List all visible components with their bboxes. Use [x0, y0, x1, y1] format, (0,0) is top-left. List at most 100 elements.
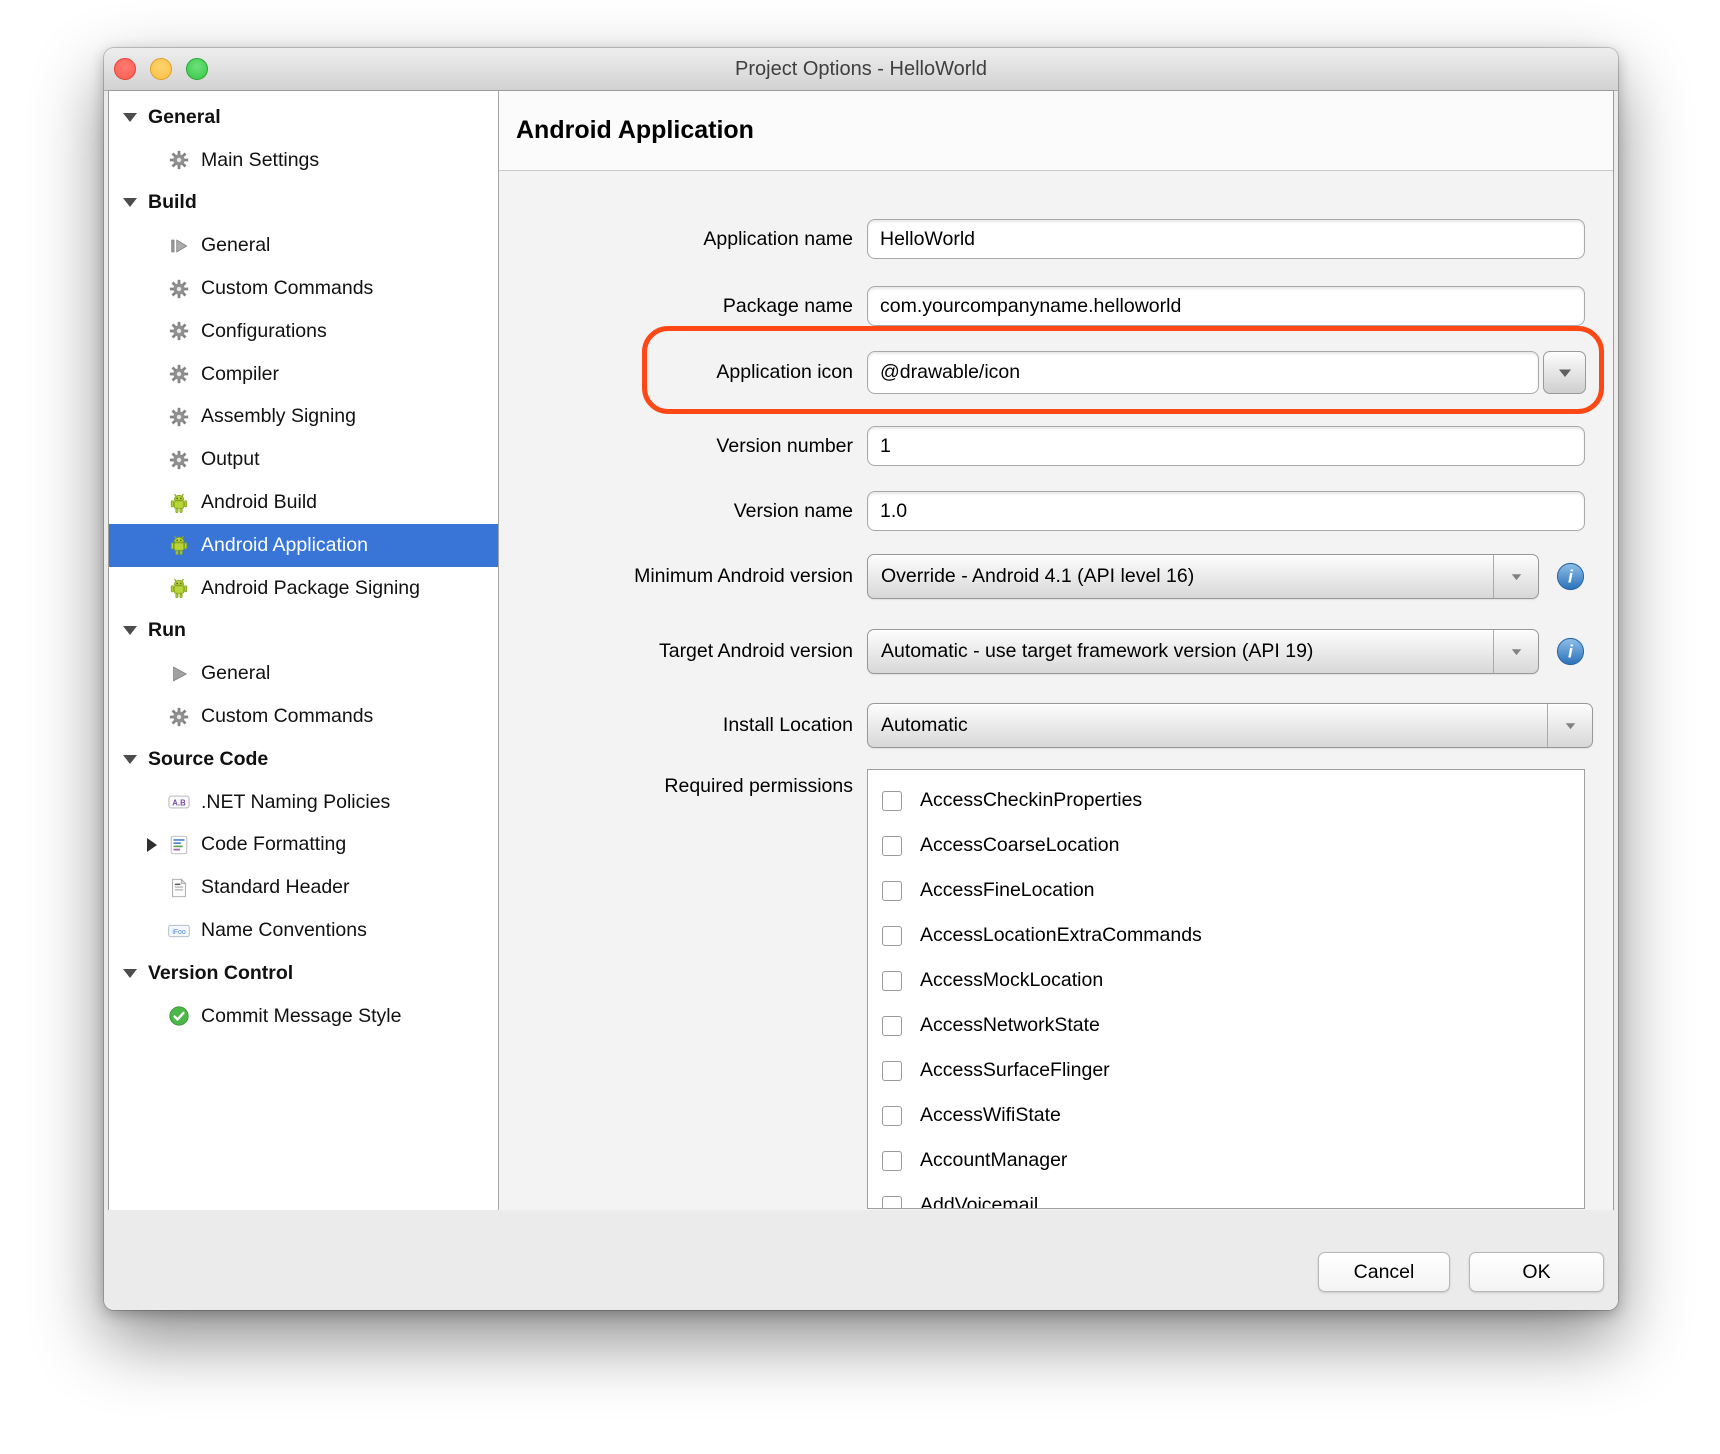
sidebar-item-label: Name Conventions [201, 919, 367, 942]
permission-row[interactable]: AccessCoarseLocation [868, 823, 1584, 868]
application-name-input[interactable] [867, 219, 1585, 259]
panel-header: Android Application [499, 91, 1613, 171]
sidebar-item-compiler[interactable]: Compiler [109, 353, 498, 396]
select-value: Override - Android 4.1 (API level 16) [868, 565, 1194, 588]
permission-label: AccessSurfaceFlinger [920, 1059, 1110, 1082]
screenshot-canvas: Project Options - HelloWorld General Mai… [0, 0, 1720, 1454]
info-icon[interactable] [1556, 637, 1585, 666]
sidebar-item-run-general[interactable]: General [109, 652, 498, 695]
sidebar-item-label: Assembly Signing [201, 405, 356, 428]
play-icon [168, 663, 190, 685]
sidebar-item-build-custom-commands[interactable]: Custom Commands [109, 267, 498, 310]
sidebar-item-main-settings[interactable]: Main Settings [109, 139, 498, 182]
disclosure-down-icon[interactable] [123, 969, 137, 978]
sidebar-item-label: Configurations [201, 320, 327, 343]
target-android-version-select[interactable]: Automatic - use target framework version… [867, 629, 1539, 674]
minimize-button[interactable] [150, 58, 172, 80]
sidebar-item-android-package-signing[interactable]: Android Package Signing [109, 567, 498, 610]
chevron-down-icon [1493, 630, 1538, 673]
disclosure-down-icon[interactable] [123, 626, 137, 635]
sidebar-item-build-general[interactable]: General [109, 224, 498, 267]
sidebar-item-commit-message-style[interactable]: Commit Message Style [109, 995, 498, 1038]
sidebar-section-general[interactable]: General [109, 96, 498, 139]
sidebar-section-build[interactable]: Build [109, 182, 498, 225]
permission-row[interactable]: AccessFineLocation [868, 868, 1584, 913]
permission-label: AddVoicemail [920, 1194, 1038, 1209]
sidebar-item-label: Main Settings [201, 149, 319, 172]
close-button[interactable] [114, 58, 136, 80]
package-name-input[interactable] [867, 286, 1585, 326]
version-name-input[interactable] [867, 491, 1585, 531]
disclosure-down-icon[interactable] [123, 198, 137, 207]
sidebar-item-label: General [201, 234, 270, 257]
chevron-down-icon [1493, 555, 1538, 598]
sidebar-item-label: Custom Commands [201, 277, 373, 300]
gear-icon [168, 363, 190, 385]
required-permissions-list[interactable]: AccessCheckinProperties AccessCoarseLoca… [867, 769, 1585, 1209]
android-robot-icon [168, 492, 190, 514]
cancel-button[interactable]: Cancel [1318, 1252, 1450, 1292]
sidebar-item-standard-header[interactable]: Standard Header [109, 866, 498, 909]
sidebar-section-version-control[interactable]: Version Control [109, 952, 498, 995]
permission-row[interactable]: AccessLocationExtraCommands [868, 913, 1584, 958]
document-icon [168, 877, 190, 899]
sidebar-item-label: Standard Header [201, 876, 350, 899]
checkbox[interactable] [882, 791, 902, 811]
checkbox[interactable] [882, 881, 902, 901]
sidebar-item-assembly-signing[interactable]: Assembly Signing [109, 396, 498, 439]
permission-row[interactable]: AccessSurfaceFlinger [868, 1048, 1584, 1093]
ok-button[interactable]: OK [1469, 1252, 1604, 1292]
disclosure-down-icon[interactable] [123, 755, 137, 764]
dialog-content: General Main Settings Build General Cust… [108, 90, 1614, 1212]
checkbox[interactable] [882, 1151, 902, 1171]
zoom-button[interactable] [186, 58, 208, 80]
sidebar-item-label: .NET Naming Policies [201, 791, 390, 814]
sidebar-item-configurations[interactable]: Configurations [109, 310, 498, 353]
permission-label: AccessCoarseLocation [920, 834, 1119, 857]
permission-row[interactable]: AccessWifiState [868, 1093, 1584, 1138]
application-name-label: Application name [499, 228, 853, 251]
checkbox[interactable] [882, 1016, 902, 1036]
sidebar-section-source-code[interactable]: Source Code [109, 738, 498, 781]
info-icon[interactable] [1556, 562, 1585, 591]
permission-row[interactable]: AccountManager [868, 1138, 1584, 1183]
panel-body: Application name Package name Applicatio… [499, 171, 1613, 1211]
sidebar-item-name-conventions[interactable]: Name Conventions [109, 909, 498, 952]
check-circle-icon [168, 1005, 190, 1027]
disclosure-down-icon[interactable] [123, 113, 137, 122]
permission-row[interactable]: AccessMockLocation [868, 958, 1584, 1003]
package-name-label: Package name [499, 295, 853, 318]
checkbox[interactable] [882, 1061, 902, 1081]
checkbox[interactable] [882, 836, 902, 856]
version-number-label: Version number [499, 435, 853, 458]
minimum-android-version-select[interactable]: Override - Android 4.1 (API level 16) [867, 554, 1539, 599]
sidebar-item-android-application-selected[interactable]: Android Application [109, 524, 498, 567]
version-number-input[interactable] [867, 426, 1585, 466]
permission-label: AccessLocationExtraCommands [920, 924, 1202, 947]
sidebar-item-label: Android Application [201, 534, 368, 557]
checkbox[interactable] [882, 1196, 902, 1210]
chevron-right-icon[interactable] [147, 838, 157, 852]
window-title: Project Options - HelloWorld [735, 58, 987, 81]
sidebar-item-run-custom-commands[interactable]: Custom Commands [109, 695, 498, 738]
sidebar-item-label: Code Formatting [201, 833, 346, 856]
application-icon-input[interactable] [867, 351, 1539, 394]
sidebar-item-label: Android Build [201, 491, 317, 514]
install-location-select[interactable]: Automatic [867, 703, 1593, 748]
checkbox[interactable] [882, 971, 902, 991]
sidebar-item-output[interactable]: Output [109, 438, 498, 481]
application-icon-dropdown-button[interactable] [1543, 351, 1586, 394]
checkbox[interactable] [882, 1106, 902, 1126]
permission-row[interactable]: AccessCheckinProperties [868, 778, 1584, 823]
sidebar-item-android-build[interactable]: Android Build [109, 481, 498, 524]
sidebar-item-code-formatting[interactable]: Code Formatting [109, 824, 498, 867]
sidebar-item-net-naming-policies[interactable]: .NET Naming Policies [109, 781, 498, 824]
sidebar-section-label: Build [148, 191, 197, 214]
checkbox[interactable] [882, 926, 902, 946]
sidebar-section-run[interactable]: Run [109, 610, 498, 653]
sidebar-item-label: Android Package Signing [201, 577, 420, 600]
permission-row[interactable]: AccessNetworkState [868, 1003, 1584, 1048]
permission-row[interactable]: AddVoicemail [868, 1183, 1584, 1209]
code-formatting-icon [168, 834, 190, 856]
permission-label: AccessWifiState [920, 1104, 1061, 1127]
